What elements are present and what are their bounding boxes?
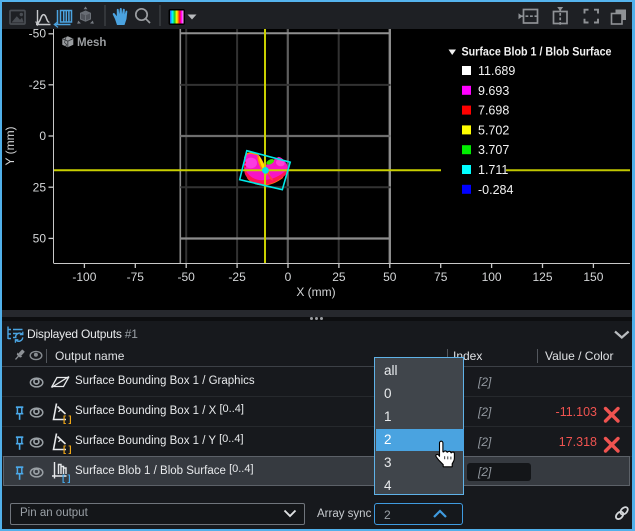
svg-text:100: 100	[482, 270, 502, 284]
svg-text:50: 50	[33, 232, 47, 246]
svg-text:1.711: 1.711	[478, 163, 508, 177]
svg-text:75: 75	[434, 270, 448, 284]
svg-text:7.698: 7.698	[478, 104, 509, 118]
svg-text:[ ]: [ ]	[62, 473, 71, 483]
svg-text:125: 125	[532, 270, 552, 284]
svg-text:-25: -25	[29, 78, 47, 92]
svg-text:0: 0	[39, 129, 46, 143]
svg-text:0: 0	[285, 270, 292, 284]
svg-text:-25: -25	[228, 270, 246, 284]
svg-text:-50: -50	[178, 270, 196, 284]
svg-text:25: 25	[33, 180, 47, 194]
svg-text:X (mm): X (mm)	[296, 285, 335, 299]
svg-text:-0.284: -0.284	[478, 183, 513, 197]
svg-text:Mesh: Mesh	[77, 37, 106, 49]
svg-text:5.702: 5.702	[478, 123, 509, 137]
svg-text:150: 150	[583, 270, 603, 284]
svg-text:-75: -75	[127, 270, 145, 284]
svg-text:11.689: 11.689	[478, 64, 515, 78]
svg-text:50: 50	[383, 270, 397, 284]
svg-text:[ ]: [ ]	[63, 444, 72, 454]
svg-text:Surface Blob 1 / Blob Surface: Surface Blob 1 / Blob Surface	[462, 45, 612, 59]
svg-text:25: 25	[332, 270, 346, 284]
svg-text:3.707: 3.707	[478, 143, 509, 157]
svg-text:[ ]: [ ]	[63, 414, 72, 424]
svg-text:-100: -100	[72, 270, 96, 284]
svg-text:9.693: 9.693	[478, 84, 509, 98]
svg-text:Y (mm): Y (mm)	[3, 126, 17, 165]
